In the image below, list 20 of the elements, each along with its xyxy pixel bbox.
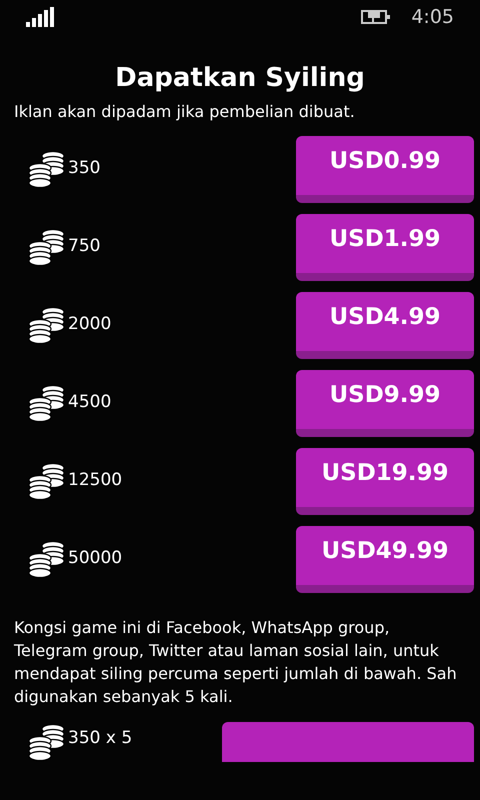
ads-notice: Iklan akan dipadam jika pembelian dibuat.: [13, 101, 356, 123]
price-button[interactable]: USD1.99: [296, 214, 474, 280]
share-button[interactable]: [222, 722, 474, 762]
coin-amount: 750: [68, 235, 102, 258]
coin-amount: 12500: [68, 469, 124, 492]
coin-amount: 350 x 5: [68, 727, 134, 750]
price-button[interactable]: USD9.99: [296, 370, 474, 436]
price-button[interactable]: USD19.99: [296, 448, 474, 514]
coin-amount: 4500: [68, 391, 112, 414]
coin-amount: 2000: [68, 313, 112, 336]
signal-icon: [26, 7, 54, 27]
coin-amount: 50000: [68, 547, 124, 570]
battery-icon: [361, 9, 392, 25]
price-button[interactable]: USD0.99: [296, 136, 474, 202]
coin-amount: 350: [68, 157, 102, 180]
clock: 4:05: [411, 4, 454, 30]
price-button[interactable]: USD4.99: [296, 292, 474, 358]
price-button[interactable]: USD49.99: [296, 526, 474, 592]
page-title: Dapatkan Syiling: [114, 62, 366, 95]
share-description: Kongsi game ini di Facebook, WhatsApp group, Telegram group, Twitter atau laman sosial lain, untuk mendapat siling percuma seperti jumlah di bawah. Sah digunakan sebanyak 5 kali.: [13, 617, 458, 708]
